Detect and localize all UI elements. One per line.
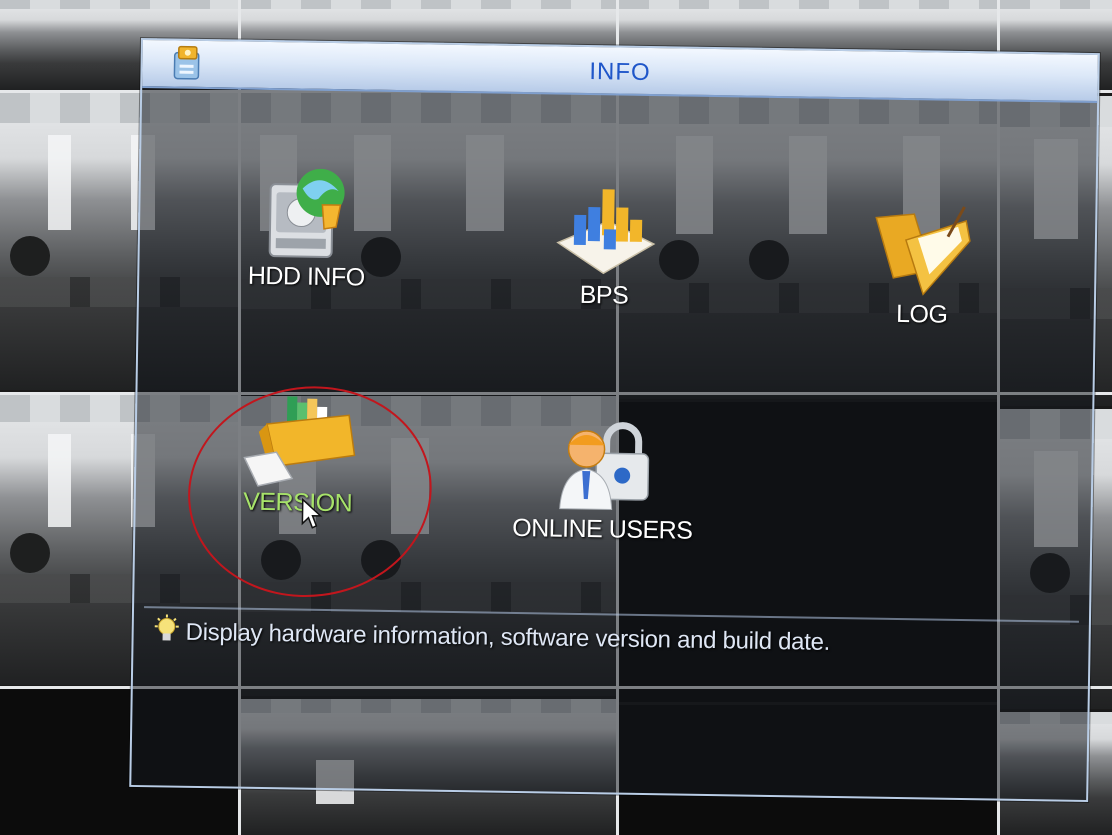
log-folder-icon [867, 199, 979, 301]
mouse-pointer-icon [300, 497, 323, 535]
hdd-info-icon [232, 161, 384, 263]
dialog-title: INFO [589, 58, 651, 87]
hint-bar: Display hardware information, software v… [153, 614, 830, 660]
bps-label: BPS [579, 280, 629, 310]
bps-item[interactable]: BPS [544, 180, 666, 311]
online-users-lock-icon [488, 414, 720, 518]
online-users-item[interactable]: ONLINE USERS [487, 414, 719, 547]
hdd-info-label: HDD INFO [247, 261, 365, 292]
info-dialog: INFO HDD INFO BPS LOG VERSION ONLINE USE… [129, 38, 1100, 802]
log-label: LOG [895, 299, 948, 329]
online-users-label: ONLINE USERS [512, 513, 693, 545]
hint-text: Display hardware information, software v… [185, 618, 831, 656]
lightbulb-icon [153, 614, 180, 649]
bps-chart-icon [544, 180, 666, 282]
log-item[interactable]: LOG [867, 199, 979, 330]
selection-highlight-ring [175, 372, 444, 611]
hdd-info-item[interactable]: HDD INFO [231, 161, 383, 292]
